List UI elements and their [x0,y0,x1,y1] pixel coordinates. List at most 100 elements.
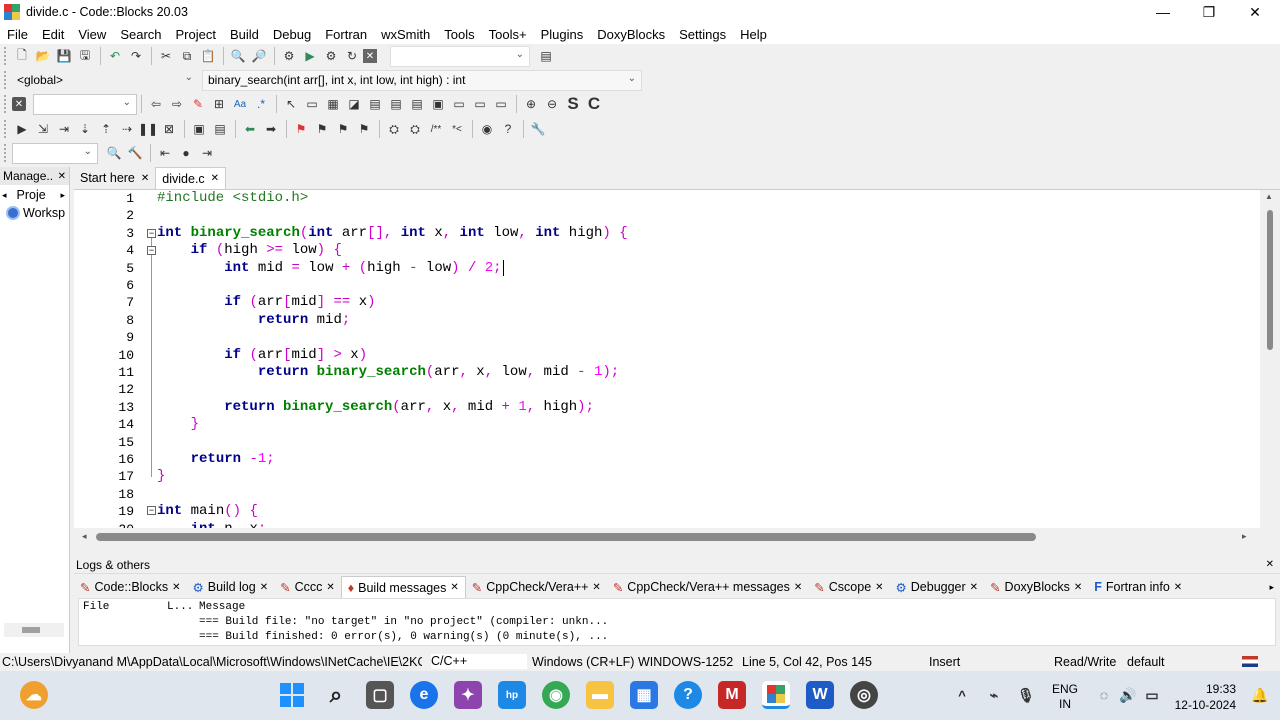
symbol-search-combo[interactable]: ⌄ [12,142,98,164]
tab-debugger[interactable]: ⚙ Debugger ✕ [890,576,985,598]
menu-wxsmith[interactable]: wxSmith [374,27,437,42]
back-arrow-icon[interactable]: ⇦ [146,94,166,114]
obs-icon[interactable]: ◎ [850,681,878,709]
word-icon[interactable]: W [806,681,834,709]
run-icon[interactable]: ▶ [300,46,320,66]
toolbar-grip[interactable] [4,144,8,162]
help-app-icon[interactable]: ? [674,681,702,709]
text-icon[interactable]: Aa [230,94,250,114]
save-icon[interactable]: 💾 [54,46,74,66]
language-indicator[interactable]: ENG IN [1052,682,1078,712]
menu-file[interactable]: File [0,27,35,42]
menu-debug[interactable]: Debug [266,27,318,42]
close-icon[interactable]: ✕ [1266,559,1274,570]
file-explorer-icon[interactable]: ▬ [586,681,614,709]
search-icon[interactable]: 🔍 [104,143,124,163]
next-instr-icon[interactable]: ⇢ [117,119,137,139]
debug-windows-icon[interactable]: ▣ [189,119,209,139]
menu-search[interactable]: Search [113,27,168,42]
side-hscroll[interactable] [4,623,64,637]
build-messages-list[interactable]: File L... Message === Build file: "no ta… [78,598,1276,646]
tab-cscope[interactable]: ✎ Cscope ✕ [808,576,889,598]
battery-icon[interactable]: ▭ [1138,681,1166,709]
close-icon[interactable]: ✕ [1174,582,1182,593]
open-file-icon[interactable]: 📂 [33,46,53,66]
fold-toggle-icon[interactable]: − [147,506,156,515]
c-icon[interactable]: C [584,94,604,114]
tab-codeblocks-log[interactable]: ✎ Code::Blocks ✕ [74,576,187,598]
column-message[interactable]: Message [199,601,245,613]
close-icon[interactable]: ✕ [592,582,600,593]
close-icon[interactable]: ✕ [141,173,149,184]
start-button[interactable] [278,681,306,709]
clear-icon[interactable]: ✕ [12,97,26,111]
highlight-icon[interactable]: ✎ [188,94,208,114]
search-icon[interactable]: ⌕ [322,681,350,709]
step-into-icon[interactable]: ⇣ [75,119,95,139]
scroll-right-icon[interactable]: ▸ [1242,531,1247,542]
menu-help[interactable]: Help [733,27,774,42]
task-view-icon[interactable]: ▢ [366,681,394,709]
scrollbar-thumb[interactable] [96,533,1036,541]
tab-scroll-left-icon[interactable]: ◂ [2,190,7,201]
panel3-icon[interactable]: ▤ [407,94,427,114]
jump-forward-icon[interactable]: ⇥ [197,143,217,163]
tab-cccc[interactable]: ✎ Cccc ✕ [274,576,341,598]
redo-icon[interactable]: ↷ [126,46,146,66]
save-all-icon[interactable]: 🖫 [75,46,95,66]
tab-cppcheck-messages[interactable]: ✎ CppCheck/Vera++ messages ✕ [607,576,808,598]
replace-icon[interactable]: 🔎 [249,46,269,66]
new-file-icon[interactable]: 🗋 [12,46,32,66]
next-line-icon[interactable]: ⇥ [54,119,74,139]
close-icon[interactable]: ✕ [172,582,180,593]
s-icon[interactable]: S [563,94,583,114]
close-icon[interactable]: ✕ [326,582,334,593]
tab-fortran-info[interactable]: F Fortran info ✕ [1088,576,1188,598]
function-select[interactable]: binary_search(int arr[], int x, int low,… [202,69,642,91]
edge-browser-icon[interactable]: e [410,681,438,709]
toolbar-grip[interactable] [4,71,8,89]
weather-widget-icon[interactable]: ☁ [20,681,48,709]
toolbar-grip[interactable] [4,47,8,65]
menu-settings[interactable]: Settings [672,27,733,42]
build-target-select[interactable]: ⌄ [390,45,530,67]
mcafee-icon[interactable]: M [718,681,746,709]
show-hidden-icons[interactable]: ^ [948,681,976,709]
scrollbar-thumb[interactable] [1267,210,1273,350]
regex-icon[interactable]: .* [251,94,271,114]
shape1-icon[interactable]: ▭ [449,94,469,114]
fold-toggle-icon[interactable]: − [147,246,156,255]
maximize-button[interactable]: ❐ [1186,0,1232,24]
close-icon[interactable]: ✕ [58,171,66,182]
chrome-icon[interactable]: ◉ [542,681,570,709]
close-icon[interactable]: ✕ [260,582,268,593]
tab-doxyblocks[interactable]: ✎ DoxyBlocks ✕ [984,576,1088,598]
bookmark-clear-icon[interactable]: ⚑ [354,119,374,139]
menu-build[interactable]: Build [223,27,266,42]
close-icon[interactable]: ✕ [211,173,219,184]
doxy2-icon[interactable]: ⛭ [405,119,425,139]
forward-arrow-icon[interactable]: ⇨ [167,94,187,114]
notifications-icon[interactable]: 🔔 [1246,681,1274,709]
zoom-out-icon[interactable]: ⊖ [542,94,562,114]
tab-start-here[interactable]: Start here ✕ [74,167,155,189]
zoom-in-icon[interactable]: ⊕ [521,94,541,114]
comment-line-icon[interactable]: *< [447,119,467,139]
pointer-icon[interactable]: ↖ [281,94,301,114]
copy-icon[interactable]: ⧉ [177,46,197,66]
bookmark-flag-icon[interactable]: ⚑ [291,119,311,139]
scope-select[interactable]: <global> ⌄ [12,69,198,91]
stop-icon[interactable]: ⊠ [159,119,179,139]
tab-projects[interactable]: Proje [17,188,46,202]
step-out-icon[interactable]: ⇡ [96,119,116,139]
html-icon[interactable]: ◉ [477,119,497,139]
debug-run-icon[interactable]: ▶ [12,119,32,139]
column-file[interactable]: File [83,601,109,613]
settings-icon[interactable]: 🔨 [125,143,145,163]
editor-horizontal-scrollbar[interactable]: ◂ ▸ [74,528,1260,545]
shape3-icon[interactable]: ▭ [491,94,511,114]
menu-tools-plus[interactable]: Tools+ [482,27,534,42]
network-icon[interactable]: ⌁ [980,681,1008,709]
column-line[interactable]: L... [167,601,193,613]
jump-home-icon[interactable]: ● [176,143,196,163]
